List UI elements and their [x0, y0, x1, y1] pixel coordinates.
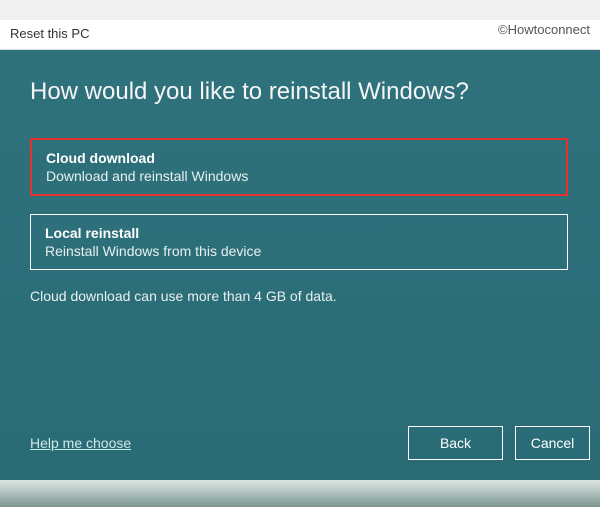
- option-cloud-download[interactable]: Cloud download Download and reinstall Wi…: [30, 138, 568, 196]
- browser-top-strip: [0, 0, 600, 20]
- option-local-reinstall-desc: Reinstall Windows from this device: [45, 243, 553, 259]
- option-cloud-download-desc: Download and reinstall Windows: [46, 168, 552, 184]
- background-strip: [0, 480, 600, 507]
- option-local-reinstall-title: Local reinstall: [45, 225, 553, 241]
- watermark-text: ©Howtoconnect: [498, 22, 590, 37]
- option-local-reinstall[interactable]: Local reinstall Reinstall Windows from t…: [30, 214, 568, 270]
- page-heading: How would you like to reinstall Windows?: [30, 78, 570, 106]
- info-text: Cloud download can use more than 4 GB of…: [30, 288, 570, 304]
- option-cloud-download-title: Cloud download: [46, 150, 552, 166]
- button-group: Back Cancel: [408, 426, 590, 460]
- cancel-button[interactable]: Cancel: [515, 426, 590, 460]
- help-me-choose-link[interactable]: Help me choose: [30, 435, 131, 451]
- main-panel: How would you like to reinstall Windows?…: [0, 50, 600, 480]
- window-title: Reset this PC: [10, 26, 89, 41]
- back-button[interactable]: Back: [408, 426, 503, 460]
- bottom-bar: Help me choose Back Cancel: [30, 426, 590, 460]
